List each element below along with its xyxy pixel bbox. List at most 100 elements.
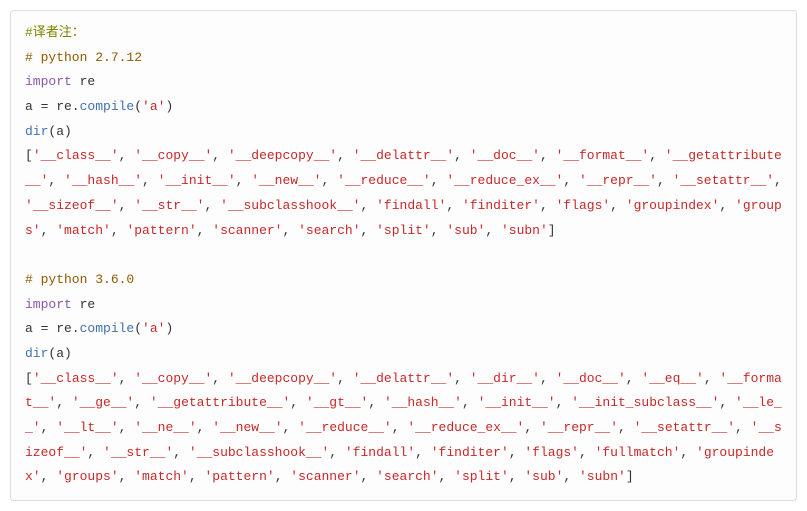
list-item: '__new__' xyxy=(212,420,282,435)
list-item: '__hash__' xyxy=(64,173,142,188)
list-item: '__init__' xyxy=(158,173,236,188)
list-item: 'pattern' xyxy=(126,223,196,238)
comma: , xyxy=(204,198,220,213)
list-item: 'split' xyxy=(376,223,431,238)
dir-arg: (a) xyxy=(48,124,71,139)
comma: , xyxy=(368,395,384,410)
list-item: '__format__' xyxy=(556,148,650,163)
assign-text: a = re. xyxy=(25,99,80,114)
comma: , xyxy=(579,445,595,460)
import-module: re xyxy=(80,297,96,312)
comma: , xyxy=(283,420,299,435)
comma: , xyxy=(56,395,72,410)
list-item: '__setattr__' xyxy=(634,420,735,435)
list-item: 'findall' xyxy=(345,445,415,460)
list-item: '__class__' xyxy=(33,371,119,386)
list-item: '__subclasshook__' xyxy=(189,445,329,460)
string-arg: 'a' xyxy=(142,321,165,336)
dir-func: dir xyxy=(25,124,48,139)
comma: , xyxy=(540,148,556,163)
comma: , xyxy=(119,198,135,213)
list-item: '__hash__' xyxy=(384,395,462,410)
comma: , xyxy=(509,445,525,460)
comma: , xyxy=(610,198,626,213)
comma: , xyxy=(87,445,103,460)
list-item: '__reduce_ex__' xyxy=(407,420,524,435)
comma: , xyxy=(485,223,501,238)
list-item: '__ge__' xyxy=(72,395,134,410)
py2-output: '__class__', '__copy__', '__deepcopy__',… xyxy=(25,148,790,237)
comma: , xyxy=(680,445,696,460)
output-bracket: ] xyxy=(626,469,634,484)
list-item: 'groupindex' xyxy=(626,198,720,213)
list-item: 'scanner' xyxy=(212,223,282,238)
list-item: 'subn' xyxy=(501,223,548,238)
list-item: 'flags' xyxy=(556,198,611,213)
comma: , xyxy=(119,148,135,163)
list-item: '__deepcopy__' xyxy=(228,148,337,163)
list-item: '__repr__' xyxy=(540,420,618,435)
list-item: 'fullmatch' xyxy=(595,445,681,460)
list-item: '__new__' xyxy=(251,173,321,188)
comma: , xyxy=(173,445,189,460)
comma: , xyxy=(134,395,150,410)
import-keyword: import xyxy=(25,74,72,89)
comma: , xyxy=(41,420,57,435)
assign-text: a = re. xyxy=(25,321,80,336)
list-item: '__str__' xyxy=(103,445,173,460)
compile-func: compile xyxy=(80,321,135,336)
list-item: 'finditer' xyxy=(431,445,509,460)
import-keyword: import xyxy=(25,297,72,312)
comma: , xyxy=(774,173,790,188)
list-item: 'split' xyxy=(454,469,509,484)
list-item: '__gt__' xyxy=(306,395,368,410)
comma: , xyxy=(275,469,291,484)
comma: , xyxy=(524,420,540,435)
list-item: '__sizeof__' xyxy=(25,198,119,213)
output-bracket: [ xyxy=(25,371,33,386)
comma: , xyxy=(556,395,572,410)
list-item: '__doc__' xyxy=(470,148,540,163)
comma: , xyxy=(119,420,135,435)
list-item: '__reduce_ex__' xyxy=(446,173,563,188)
list-item: '__dir__' xyxy=(470,371,540,386)
comma: , xyxy=(454,371,470,386)
list-item: '__deepcopy__' xyxy=(228,371,337,386)
comma: , xyxy=(111,223,127,238)
list-item: '__repr__' xyxy=(579,173,657,188)
translator-note: #译者注： xyxy=(25,25,85,40)
comma: , xyxy=(719,395,735,410)
dir-func: dir xyxy=(25,346,48,361)
comma: , xyxy=(290,395,306,410)
list-item: 'scanner' xyxy=(290,469,360,484)
comma: , xyxy=(540,371,556,386)
comma: , xyxy=(212,148,228,163)
comma: , xyxy=(189,469,205,484)
comma: , xyxy=(462,395,478,410)
list-item: '__eq__' xyxy=(641,371,703,386)
comma: , xyxy=(321,173,337,188)
list-item: '__getattribute__' xyxy=(150,395,290,410)
comma: , xyxy=(431,223,447,238)
comma: , xyxy=(236,173,252,188)
comma: , xyxy=(337,371,353,386)
comma: , xyxy=(197,420,213,435)
comma: , xyxy=(41,469,57,484)
output-bracket: ] xyxy=(548,223,556,238)
comma: , xyxy=(563,469,579,484)
list-item: '__reduce__' xyxy=(298,420,392,435)
comma: , xyxy=(704,371,720,386)
list-item: 'subn' xyxy=(579,469,626,484)
list-item: '__lt__' xyxy=(56,420,118,435)
list-item: '__delattr__' xyxy=(353,371,454,386)
comma: , xyxy=(48,173,64,188)
blank-line xyxy=(25,243,782,268)
comma: , xyxy=(119,371,135,386)
paren: ) xyxy=(165,99,173,114)
list-item: '__copy__' xyxy=(134,148,212,163)
comma: , xyxy=(649,148,665,163)
paren: ( xyxy=(134,321,142,336)
comma: , xyxy=(626,371,642,386)
list-item: 'sub' xyxy=(524,469,563,484)
dir-arg: (a) xyxy=(48,346,71,361)
